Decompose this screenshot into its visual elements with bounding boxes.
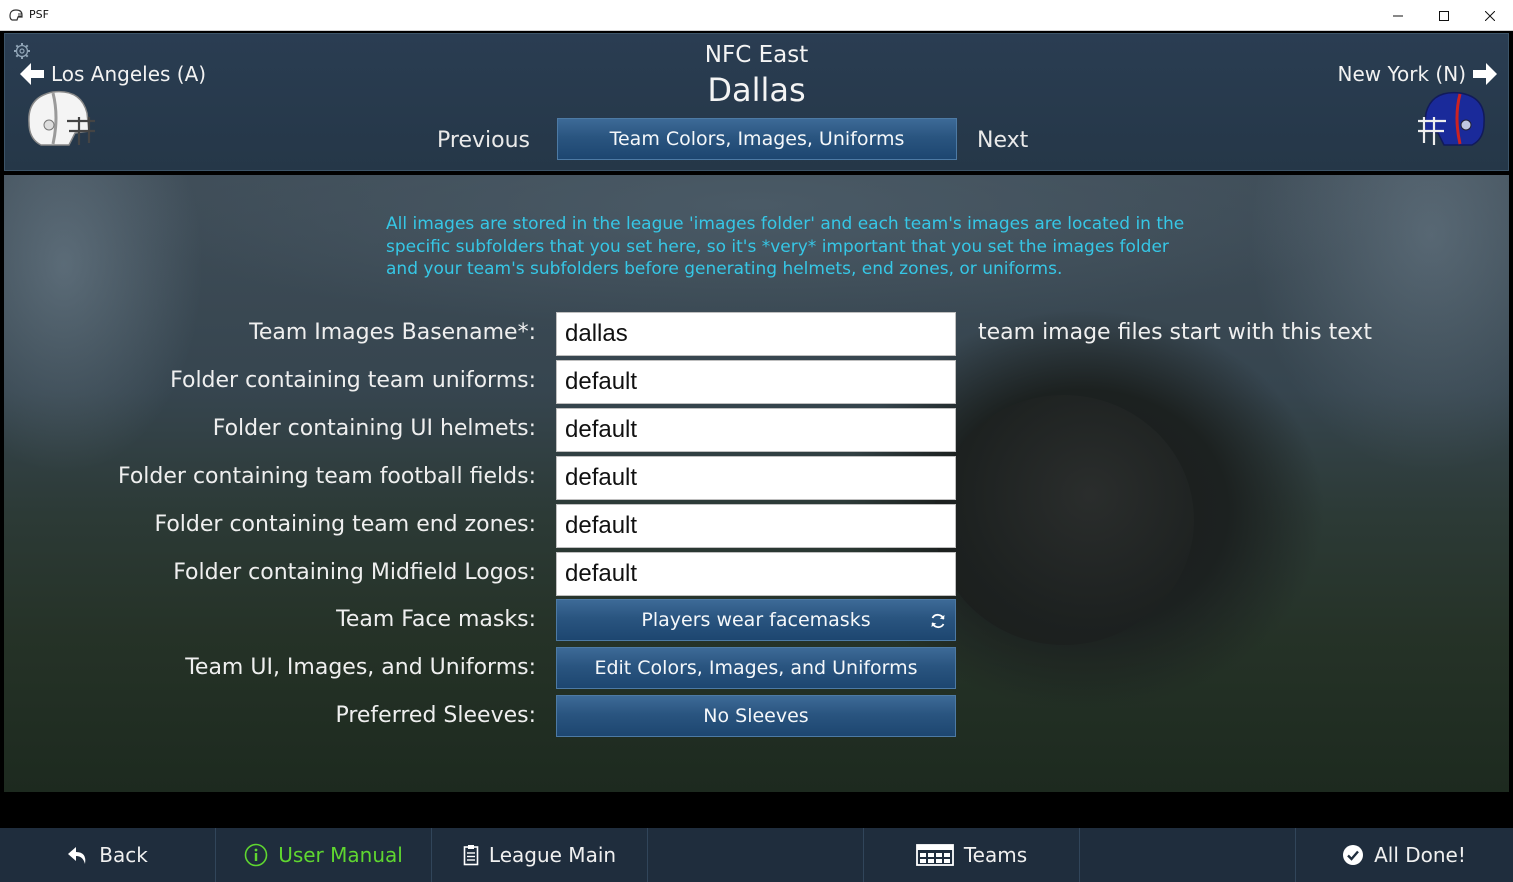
teams-board-icon (915, 844, 954, 866)
user-manual-button[interactable]: User Manual (216, 828, 432, 882)
endzones-folder-input[interactable]: default (556, 504, 956, 548)
next-team-link[interactable]: New York (N) (1337, 62, 1498, 86)
background-football (934, 395, 1194, 645)
minimize-icon (1393, 15, 1403, 16)
close-icon (1485, 10, 1495, 21)
clipboard-icon (463, 845, 479, 866)
division-name: NFC East (704, 42, 809, 68)
helmets-folder-label: Folder containing UI helmets: (212, 416, 536, 441)
arrow-right-icon (1473, 63, 1497, 85)
empty-toolbar-slot-2 (1080, 828, 1296, 882)
facemasks-label: Team Face masks: (336, 607, 536, 632)
section-selector-button[interactable]: Team Colors, Images, Uniforms (557, 118, 957, 160)
close-button[interactable] (1467, 0, 1513, 31)
back-arrow-icon (68, 847, 86, 864)
midfield-logos-folder-label: Folder containing Midfield Logos: (173, 560, 536, 585)
endzones-folder-label: Folder containing team end zones: (154, 512, 536, 537)
teams-button[interactable]: Teams (864, 828, 1080, 882)
facemasks-value: Players wear facemasks (641, 609, 871, 631)
refresh-icon (931, 613, 945, 629)
facemasks-toggle-button[interactable]: Players wear facemasks (556, 599, 956, 641)
user-manual-label: User Manual (278, 843, 403, 867)
sleeves-label: Preferred Sleeves: (335, 703, 536, 728)
check-circle-icon (1343, 845, 1364, 865)
edit-colors-button[interactable]: Edit Colors, Images, and Uniforms (556, 647, 956, 689)
next-link[interactable]: Next (977, 128, 1028, 153)
maximize-button[interactable] (1421, 0, 1467, 31)
info-icon (244, 843, 268, 867)
next-team-name: New York (N) (1337, 62, 1466, 86)
next-team-helmet[interactable] (1416, 89, 1490, 151)
league-main-label: League Main (488, 843, 617, 867)
uniforms-editor-label: Team UI, Images, and Uniforms: (185, 655, 536, 680)
uniforms-folder-input[interactable]: default (556, 360, 956, 404)
stadium-light-left (4, 175, 204, 475)
all-done-label: All Done! (1374, 843, 1466, 867)
basename-input[interactable]: dallas (556, 312, 956, 356)
back-button[interactable]: Back (0, 828, 216, 882)
window-title: PSF (29, 8, 49, 21)
basename-hint: team image files start with this text (978, 320, 1373, 345)
bottom-toolbar: Back User Manual League Main Teams All D… (0, 828, 1513, 882)
team-name: Dallas (707, 71, 806, 109)
team-header: Los Angeles (A) NFC East Dallas Previous… (4, 33, 1509, 171)
app-icon (9, 9, 23, 21)
all-done-button[interactable]: All Done! (1296, 828, 1512, 882)
basename-label: Team Images Basename*: (249, 320, 536, 345)
main-panel: All images are stored in the league 'ima… (4, 175, 1509, 792)
sleeves-button[interactable]: No Sleeves (556, 695, 956, 737)
images-info-text: All images are stored in the league 'ima… (386, 214, 1185, 279)
league-main-button[interactable]: League Main (432, 828, 648, 882)
minimize-button[interactable] (1375, 0, 1421, 31)
fields-folder-input[interactable]: default (556, 456, 956, 500)
uniforms-folder-label: Folder containing team uniforms: (170, 368, 536, 393)
bottom-spacer (0, 793, 1513, 828)
window-titlebar: PSF (0, 0, 1513, 31)
maximize-icon (1439, 10, 1449, 21)
helmets-folder-input[interactable]: default (556, 408, 956, 452)
midfield-logos-folder-input[interactable]: default (556, 552, 956, 596)
teams-label: Teams (963, 843, 1028, 867)
previous-link[interactable]: Previous (437, 128, 530, 153)
fields-folder-label: Folder containing team football fields: (117, 464, 536, 489)
empty-toolbar-slot (648, 828, 864, 882)
back-label: Back (99, 843, 148, 867)
